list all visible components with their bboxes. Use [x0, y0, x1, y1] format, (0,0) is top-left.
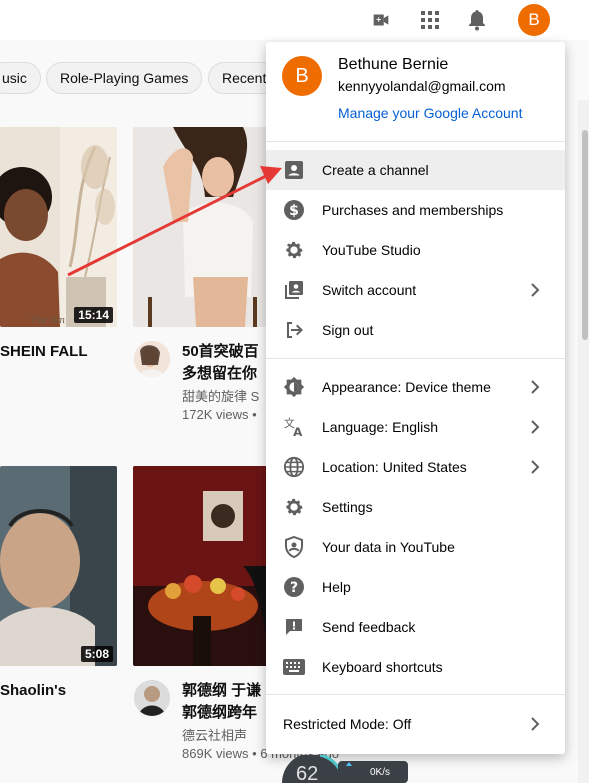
video-thumbnail[interactable]	[133, 466, 273, 666]
menu-item-label: Your data in YouTube	[322, 539, 455, 555]
video-views: 172K views •	[182, 407, 257, 422]
menu-item-purchases[interactable]: $ Purchases and memberships	[266, 190, 565, 230]
chevron-right-icon	[531, 420, 540, 434]
svg-text:The tim: The tim	[30, 316, 65, 326]
sign-out-icon	[282, 318, 306, 342]
account-email: kennyyolandal@gmail.com	[338, 78, 506, 94]
menu-item-label: Keyboard shortcuts	[322, 659, 443, 675]
menu-item-appearance[interactable]: Appearance: Device theme	[266, 367, 565, 407]
menu-item-label: Purchases and memberships	[322, 202, 504, 218]
account-avatar-button[interactable]: B	[518, 4, 550, 36]
account-name: Bethune Bernie	[338, 56, 449, 73]
video-title-line-1[interactable]: 郭德纲 于谦	[182, 681, 261, 701]
chevron-right-icon	[531, 380, 540, 394]
menu-divider	[266, 694, 565, 695]
video-thumbnail[interactable]: 5:08	[0, 466, 117, 666]
menu-avatar: B	[282, 56, 322, 96]
channel-name[interactable]: 甜美的旋律 S	[182, 388, 259, 406]
chip-music[interactable]: usic	[0, 62, 41, 94]
notifications-bell-icon[interactable]	[465, 8, 489, 32]
chip-role-playing-games[interactable]: Role-Playing Games	[46, 62, 203, 94]
translate-icon: 文A	[282, 415, 306, 439]
shield-person-icon	[282, 535, 306, 559]
menu-item-language[interactable]: 文A Language: English	[266, 407, 565, 447]
video-title-line-2[interactable]: 多想留在你	[182, 364, 257, 384]
switch-account-icon	[282, 278, 306, 302]
speed-rate: 0K/s	[370, 767, 391, 778]
video-thumbnail[interactable]	[133, 127, 273, 327]
menu-item-restricted-mode[interactable]: Restricted Mode: Off	[266, 704, 565, 744]
menu-item-settings[interactable]: Settings	[266, 487, 565, 527]
video-duration: 5:08	[80, 646, 113, 662]
svg-text:?: ?	[290, 580, 298, 596]
person-box-icon	[282, 158, 306, 182]
speed-percent: 62	[296, 763, 319, 783]
chevron-right-icon	[531, 460, 540, 474]
menu-item-label: Switch account	[322, 282, 417, 298]
page-scrollbar-thumb[interactable]	[582, 130, 588, 340]
menu-item-sign-out[interactable]: Sign out	[266, 310, 565, 350]
svg-text:A: A	[293, 425, 303, 438]
top-bar: B	[0, 0, 589, 40]
menu-item-youtube-studio[interactable]: YouTube Studio	[266, 230, 565, 270]
keyboard-icon	[282, 655, 306, 679]
menu-item-create-channel[interactable]: Create a channel	[266, 150, 565, 190]
manage-google-account-link[interactable]: Manage your Google Account	[338, 105, 522, 121]
menu-item-label: Restricted Mode: Off	[283, 716, 412, 732]
menu-item-switch-account[interactable]: Switch account	[266, 270, 565, 310]
account-menu: B Bethune Bernie kennyyolandal@gmail.com…	[266, 42, 565, 754]
menu-item-send-feedback[interactable]: Send feedback	[266, 607, 565, 647]
menu-divider	[266, 358, 565, 359]
menu-item-label: Settings	[322, 499, 373, 515]
video-title-line-1[interactable]: 50首突破百	[182, 342, 259, 362]
menu-item-keyboard-shortcuts[interactable]: Keyboard shortcuts	[266, 647, 565, 687]
gear-icon	[282, 495, 306, 519]
gear-icon	[282, 238, 306, 262]
menu-item-label: YouTube Studio	[322, 242, 421, 258]
menu-item-label: Appearance: Device theme	[322, 379, 491, 395]
channel-avatar[interactable]	[134, 680, 170, 716]
menu-item-label: Create a channel	[322, 162, 429, 178]
theme-icon	[282, 375, 306, 399]
video-title-line-2[interactable]: 郭德纲跨年	[182, 703, 257, 723]
create-video-icon[interactable]	[369, 8, 393, 32]
menu-item-label: Language: English	[322, 419, 438, 435]
menu-item-help[interactable]: ? Help	[266, 567, 565, 607]
menu-item-label: Sign out	[322, 322, 374, 338]
video-duration: 15:14	[74, 307, 113, 323]
channel-name[interactable]: 德云社相声	[182, 727, 247, 745]
account-menu-header: B Bethune Bernie kennyyolandal@gmail.com…	[266, 42, 565, 142]
menu-item-location[interactable]: Location: United States	[266, 447, 565, 487]
dollar-icon: $	[282, 198, 306, 222]
chevron-right-icon	[531, 717, 540, 731]
apps-grid-icon[interactable]	[418, 8, 442, 32]
feedback-icon	[282, 615, 306, 639]
video-thumbnail[interactable]: The tim 15:14	[0, 127, 117, 327]
video-title[interactable]: Shaolin's	[0, 681, 66, 701]
menu-item-label: Send feedback	[322, 619, 416, 635]
menu-item-label: Help	[322, 579, 351, 595]
help-icon: ?	[282, 575, 306, 599]
svg-text:$: $	[289, 203, 299, 219]
channel-avatar[interactable]	[134, 341, 170, 377]
network-speed-widget: 62 0K/s	[280, 753, 410, 783]
video-title[interactable]: SHEIN FALL	[0, 342, 88, 362]
chevron-right-icon	[531, 283, 540, 297]
menu-item-label: Location: United States	[322, 459, 467, 475]
menu-item-your-data[interactable]: Your data in YouTube	[266, 527, 565, 567]
globe-icon	[282, 455, 306, 479]
